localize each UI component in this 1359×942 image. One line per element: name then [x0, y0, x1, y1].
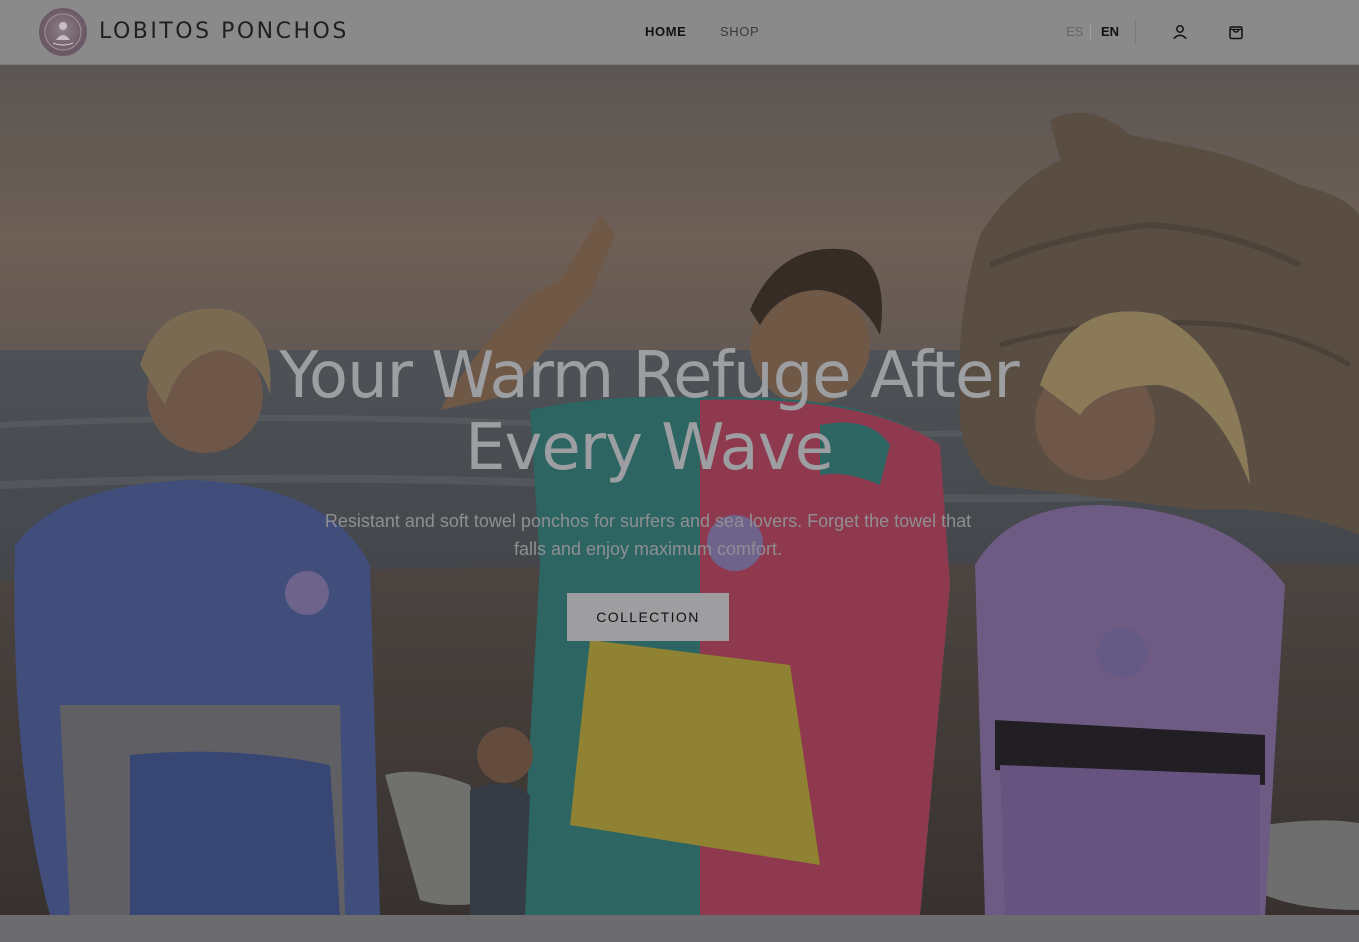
collection-button[interactable]: COLLECTION: [567, 593, 729, 641]
hero-dark-overlay: [0, 65, 1359, 915]
header-divider: [1135, 20, 1136, 44]
account-button[interactable]: [1170, 22, 1190, 42]
language-separator: [1090, 24, 1091, 40]
language-es[interactable]: ES: [1066, 24, 1083, 39]
nav-link-shop[interactable]: SHOP: [720, 24, 759, 42]
cart-button[interactable]: [1226, 22, 1246, 42]
brand-name[interactable]: LOBITOS PONCHOS: [99, 19, 349, 44]
surfer-seal-logo-icon: [44, 13, 82, 51]
user-icon: [1173, 25, 1187, 39]
hero-title: Your Warm Refuge After Every Wave: [279, 339, 1019, 485]
next-section-edge: [0, 915, 1359, 942]
hero-section: Your Warm Refuge After Every Wave Resist…: [0, 65, 1359, 915]
brand-logo-icon[interactable]: [39, 8, 87, 56]
nav-link-home[interactable]: HOME: [645, 24, 686, 42]
language-en[interactable]: EN: [1101, 24, 1119, 39]
hero-subtitle: Resistant and soft towel ponchos for sur…: [324, 511, 972, 559]
site-header: LOBITOS PONCHOS HOME SHOP ES EN: [0, 0, 1359, 65]
shopping-bag-icon: [1229, 26, 1243, 40]
